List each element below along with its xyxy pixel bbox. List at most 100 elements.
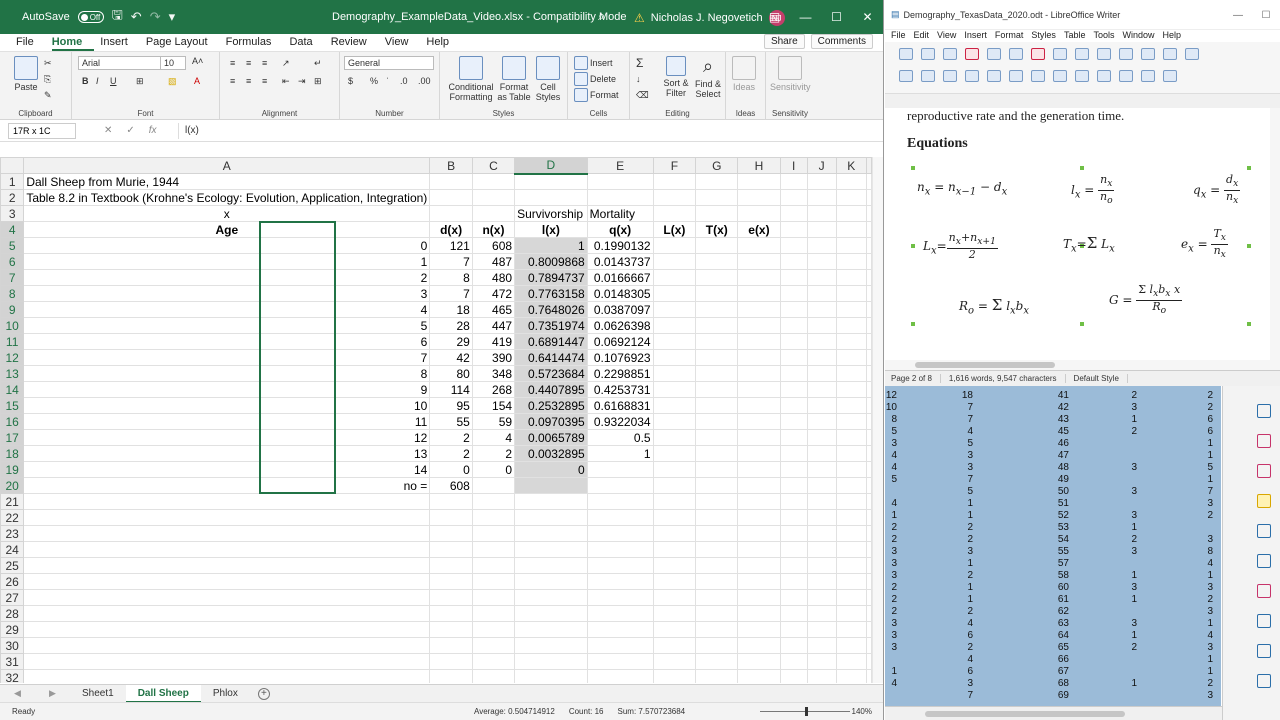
paste-doc-icon[interactable] [1075,48,1089,60]
row-header[interactable]: 27 [0,589,25,606]
column-header-J[interactable]: J [806,157,837,174]
number-format-dropdown[interactable]: General [344,56,434,70]
cell[interactable] [835,445,868,462]
cell[interactable]: 0.0166667 [586,269,654,286]
tab-help[interactable]: Help [426,36,461,51]
cell[interactable] [835,189,868,206]
writer-menu-table[interactable]: Table [1064,30,1086,42]
ideas-button[interactable]: Ideas [732,56,756,92]
cell[interactable]: e(x) [737,221,781,238]
cell[interactable] [429,573,473,590]
cell[interactable]: d(x) [429,221,473,238]
cell[interactable] [866,365,872,382]
align-right-doc-icon[interactable] [1009,70,1023,82]
cell[interactable] [737,413,781,430]
cell[interactable] [806,589,837,606]
cell[interactable] [586,605,654,622]
row-header[interactable]: 24 [0,541,25,558]
cell[interactable] [835,525,868,542]
cell[interactable]: Mortality [586,205,654,222]
cell[interactable] [471,205,516,222]
cell[interactable] [737,285,781,302]
cell[interactable] [471,509,516,526]
undo-icon[interactable]: ↶ [131,9,142,25]
page-style[interactable]: Default Style [1074,374,1128,383]
cell[interactable] [695,253,739,270]
cell[interactable] [737,173,781,190]
orientation-icon[interactable]: ↗ [282,58,290,69]
select-all-corner[interactable] [0,157,25,174]
cell[interactable] [652,413,697,430]
cell[interactable] [652,493,697,510]
row-header[interactable]: 30 [0,637,25,654]
redo-doc-icon[interactable] [1141,48,1155,60]
save-icon[interactable]: 🖫 [112,6,123,28]
cell[interactable] [806,349,837,366]
export-pdf-icon[interactable] [965,48,979,60]
cell[interactable] [23,541,431,558]
cell[interactable] [471,173,516,190]
cell[interactable] [586,669,654,683]
cell[interactable]: 0.0692124 [586,333,654,350]
cell[interactable] [806,445,837,462]
cell[interactable] [835,429,868,446]
cell[interactable] [652,573,697,590]
row-header[interactable]: 9 [0,301,25,318]
cell[interactable] [652,461,697,478]
cell-styles-button[interactable]: Cell Styles [532,56,564,102]
cell[interactable] [429,173,473,190]
cell[interactable] [835,397,868,414]
cell[interactable] [806,429,837,446]
cell[interactable] [737,333,781,350]
tab-home[interactable]: Home [51,36,95,51]
pane-horizontal-scrollbar[interactable] [885,706,1222,720]
cell[interactable] [23,557,431,574]
cell[interactable]: 0.2298851 [586,365,654,382]
cell[interactable] [695,493,739,510]
cell[interactable] [866,381,872,398]
cell[interactable] [652,253,697,270]
cell[interactable] [514,525,588,542]
row-header[interactable]: 2 [0,189,25,206]
cell[interactable] [779,269,808,286]
writer-menu-format[interactable]: Format [995,30,1024,42]
cell[interactable]: 9 [23,381,431,398]
cell[interactable] [866,573,872,590]
cell[interactable] [806,557,837,574]
cell[interactable]: 1 [514,237,588,254]
cell[interactable] [806,605,837,622]
design-icon[interactable] [1257,614,1271,628]
insert-cells-button[interactable]: Insert [574,56,613,70]
cell[interactable] [835,477,868,494]
cell[interactable] [835,605,868,622]
writer-menu-insert[interactable]: Insert [964,30,987,42]
tab-data[interactable]: Data [289,36,324,51]
cell[interactable] [429,589,473,606]
row-header[interactable]: 7 [0,269,25,286]
cell[interactable]: 1 [586,445,654,462]
paste-button[interactable]: Paste [14,56,38,92]
cell[interactable]: 3 [23,285,431,302]
cell[interactable] [695,413,739,430]
cell[interactable] [806,269,837,286]
cell[interactable] [737,573,781,590]
writer-menu-file[interactable]: File [891,30,906,42]
cell[interactable] [586,189,654,206]
increase-indent-icon[interactable]: ⇥ [298,76,306,87]
cell[interactable] [779,477,808,494]
cell[interactable] [586,477,654,494]
cell[interactable] [737,605,781,622]
font-name-dropdown[interactable]: Arial [78,56,162,70]
row-header[interactable]: 3 [0,205,25,222]
frame-handle[interactable] [1247,166,1251,170]
cell[interactable] [779,509,808,526]
cell[interactable] [695,397,739,414]
cell[interactable] [695,301,739,318]
align-bottom-icon[interactable]: ≡ [262,58,267,68]
cell[interactable] [835,381,868,398]
cell[interactable] [514,509,588,526]
cell[interactable] [695,557,739,574]
row-header[interactable]: 32 [0,669,25,683]
frame-handle[interactable] [1247,244,1251,248]
cell[interactable] [695,653,739,670]
